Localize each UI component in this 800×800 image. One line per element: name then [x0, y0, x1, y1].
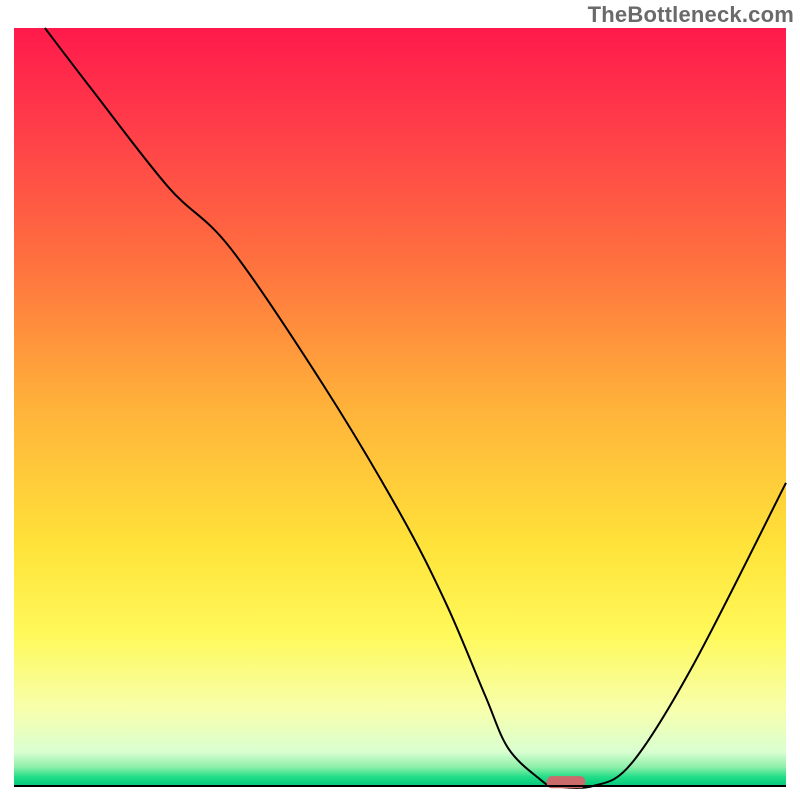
bottleneck-plot: [0, 0, 800, 800]
chart-canvas: TheBottleneck.com: [0, 0, 800, 800]
plot-background: [14, 28, 786, 786]
